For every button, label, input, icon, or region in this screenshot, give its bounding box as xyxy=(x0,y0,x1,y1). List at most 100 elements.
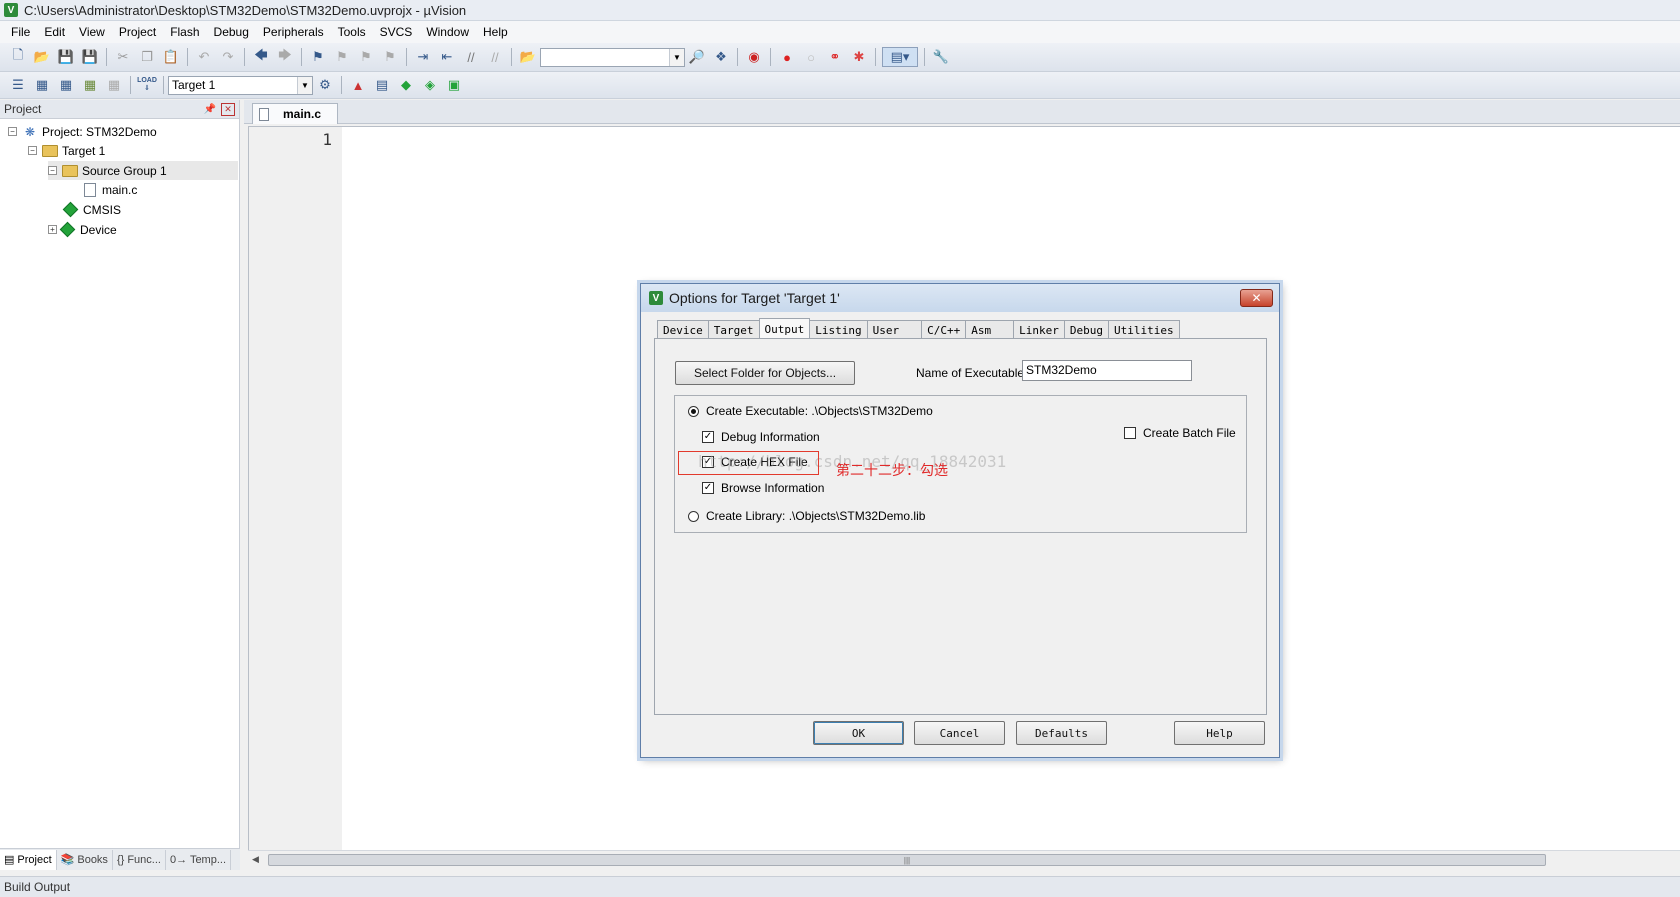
breakpoint-icon[interactable]: ● xyxy=(777,47,797,67)
select-folder-button[interactable]: Select Folder for Objects... xyxy=(675,361,855,385)
checkbox-checked[interactable]: ✓ xyxy=(702,482,714,494)
tab-templates[interactable]: 0→ Temp... xyxy=(166,849,232,870)
rebuild-icon[interactable]: ▦ xyxy=(56,75,76,95)
translate-icon[interactable]: ☰ xyxy=(8,75,28,95)
open-folder-icon[interactable]: 📂 xyxy=(32,47,52,67)
tree-device[interactable]: + Device xyxy=(48,220,117,239)
select-packs-icon[interactable]: ◈ xyxy=(420,75,440,95)
close-icon[interactable]: ✕ xyxy=(221,102,235,116)
debug-session-icon[interactable]: ◉ xyxy=(744,47,764,67)
new-file-icon[interactable]: 🗋 xyxy=(8,47,28,67)
tree-cmsis[interactable]: CMSIS xyxy=(62,200,121,219)
tab-target[interactable]: Target xyxy=(707,320,760,339)
collapse-icon[interactable]: − xyxy=(8,127,17,136)
batch-build-icon[interactable]: ▦ xyxy=(80,75,100,95)
help-button[interactable]: Help xyxy=(1174,721,1265,745)
file-extensions-icon[interactable]: ▲ xyxy=(348,75,368,95)
checkbox-checked[interactable]: ✓ xyxy=(702,431,714,443)
menu-file[interactable]: File xyxy=(4,25,37,39)
chevron-down-icon[interactable]: ▼ xyxy=(297,76,312,94)
pack-installer-icon[interactable]: ▣ xyxy=(444,75,464,95)
create-executable-radio[interactable]: Create Executable: .\Objects\STM32Demo xyxy=(688,404,933,418)
target-combo[interactable]: Target 1 ▼ xyxy=(168,75,313,95)
nav-forward-icon[interactable]: 🡆 xyxy=(275,47,295,67)
menu-edit[interactable]: Edit xyxy=(37,25,72,39)
bookmark-prev-icon[interactable]: ⚑ xyxy=(332,47,352,67)
unindent-icon[interactable]: ⇤ xyxy=(437,47,457,67)
collapse-icon[interactable]: − xyxy=(28,146,37,155)
menu-svcs[interactable]: SVCS xyxy=(373,25,420,39)
create-library-radio[interactable]: Create Library: .\Objects\STM32Demo.lib xyxy=(688,509,925,523)
menu-flash[interactable]: Flash xyxy=(163,25,206,39)
disable-breakpoint-icon[interactable]: ○ xyxy=(801,47,821,67)
menu-window[interactable]: Window xyxy=(419,25,476,39)
scrollbar-thumb[interactable]: ||| xyxy=(268,854,1546,866)
configure-wrench-icon[interactable]: 🔧 xyxy=(931,47,951,67)
kill-breakpoints-icon[interactable]: ✱ xyxy=(849,47,869,67)
disable-all-breakpoints-icon[interactable]: ⚭ xyxy=(825,47,845,67)
browse-information-checkbox[interactable]: ✓ Browse Information xyxy=(702,481,824,495)
redo-icon[interactable]: ↷ xyxy=(218,47,238,67)
tab-books[interactable]: 📚 Books xyxy=(57,849,113,870)
bookmark-icon[interactable]: ⚑ xyxy=(308,47,328,67)
horizontal-scrollbar[interactable]: ◀ ||| xyxy=(248,850,1680,868)
tab-listing[interactable]: Listing xyxy=(809,320,868,339)
tab-debug[interactable]: Debug xyxy=(1063,320,1109,339)
undo-icon[interactable]: ↶ xyxy=(194,47,214,67)
cut-icon[interactable]: ✂ xyxy=(113,47,133,67)
window-layout-icon[interactable]: ▤▾ xyxy=(882,47,918,67)
tab-project[interactable]: ▤ Project xyxy=(0,849,57,870)
tree-project-root[interactable]: − ❋ Project: STM32Demo xyxy=(8,122,157,141)
manage-run-time-icon[interactable]: ◆ xyxy=(396,75,416,95)
bookmark-next-icon[interactable]: ⚑ xyxy=(356,47,376,67)
find-combo[interactable]: ▼ xyxy=(540,47,685,67)
books-manage-icon[interactable]: ▤ xyxy=(372,75,392,95)
comment-icon[interactable]: // xyxy=(461,47,481,67)
tab-device[interactable]: Device xyxy=(657,320,709,339)
tree-source-group[interactable]: − Source Group 1 xyxy=(48,161,238,180)
menu-tools[interactable]: Tools xyxy=(331,25,373,39)
tab-output[interactable]: Output xyxy=(758,318,811,339)
save-all-icon[interactable]: 💾 xyxy=(80,47,100,67)
name-of-executable-input[interactable]: STM32Demo xyxy=(1022,360,1192,381)
menu-project[interactable]: Project xyxy=(112,25,163,39)
tab-asm[interactable]: Asm xyxy=(965,320,1015,339)
tab-c-cpp[interactable]: C/C++ xyxy=(921,320,967,339)
download-load-icon[interactable]: LOAD ⇓ xyxy=(137,75,157,95)
tree-target[interactable]: − Target 1 xyxy=(28,141,105,160)
debug-information-checkbox[interactable]: ✓ Debug Information xyxy=(702,430,820,444)
tab-utilities[interactable]: Utilities xyxy=(1107,320,1180,339)
find-in-files-icon[interactable]: 📂 xyxy=(518,47,538,67)
copy-icon[interactable]: ❐ xyxy=(137,47,157,67)
pin-icon[interactable]: 📌 xyxy=(204,104,216,115)
paste-icon[interactable]: 📋 xyxy=(161,47,181,67)
find-icon[interactable]: 🔎 xyxy=(687,47,707,67)
create-batch-file-checkbox[interactable]: Create Batch File xyxy=(1124,426,1236,440)
chevron-down-icon[interactable]: ▼ xyxy=(669,48,684,66)
build-output-label[interactable]: Build Output xyxy=(4,880,70,894)
tree-file-main[interactable]: main.c xyxy=(84,180,137,199)
bookmark-clear-icon[interactable]: ⚑ xyxy=(380,47,400,67)
save-icon[interactable]: 💾 xyxy=(56,47,76,67)
close-icon[interactable]: ✕ xyxy=(1240,289,1273,307)
menu-debug[interactable]: Debug xyxy=(207,25,256,39)
target-options-icon[interactable]: ⚙ xyxy=(315,75,335,95)
menu-view[interactable]: View xyxy=(72,25,112,39)
radio-unselected[interactable] xyxy=(688,510,699,522)
indent-icon[interactable]: ⇥ xyxy=(413,47,433,67)
cancel-button[interactable]: Cancel xyxy=(914,721,1005,745)
scroll-left-icon[interactable]: ◀ xyxy=(252,854,259,865)
build-icon[interactable]: ▦ xyxy=(32,75,52,95)
menu-peripherals[interactable]: Peripherals xyxy=(256,25,331,39)
tab-functions[interactable]: {} Func... xyxy=(113,849,166,870)
ok-button[interactable]: OK xyxy=(813,721,904,745)
editor-tab-main[interactable]: main.c xyxy=(252,103,338,124)
radio-selected[interactable] xyxy=(688,405,699,417)
incremental-find-icon[interactable]: ❖ xyxy=(711,47,731,67)
uncomment-icon[interactable]: // xyxy=(485,47,505,67)
checkbox-unchecked[interactable] xyxy=(1124,427,1136,439)
stop-build-icon[interactable]: ▦ xyxy=(104,75,124,95)
expand-icon[interactable]: + xyxy=(48,225,57,234)
tab-user[interactable]: User xyxy=(866,320,923,339)
collapse-icon[interactable]: − xyxy=(48,166,57,175)
